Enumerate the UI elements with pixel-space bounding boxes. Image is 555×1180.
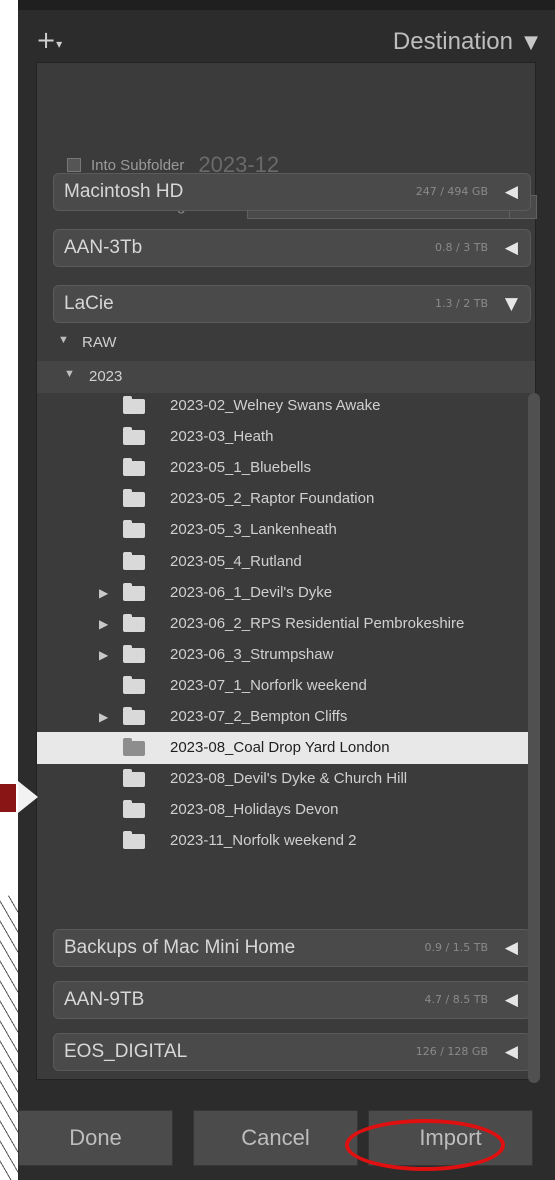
folder-icon (123, 800, 145, 819)
volume-size: 0.9 / 1.5 TB (424, 941, 488, 954)
collapsed-triangle-icon[interactable]: ◀ (505, 990, 518, 1010)
tree-folder-item[interactable]: ▶ 2023-07_2_Bempton Cliffs (37, 701, 535, 733)
import-highlight-ring (345, 1119, 505, 1171)
volume-row[interactable]: LaCie 1.3 / 2 TB ▼ (53, 285, 531, 323)
done-button[interactable]: Done (18, 1110, 173, 1166)
volume-row[interactable]: Backups of Mac Mini Home 0.9 / 1.5 TB ◀ (53, 929, 531, 967)
tree-folder-item[interactable]: 2023-11_Norfolk weekend 2 (37, 825, 535, 857)
tree-folder-item[interactable]: 2023-07_1_Norforlk weekend (37, 670, 535, 702)
folder-label: 2023-06_3_Strumpshaw (170, 645, 334, 663)
tree-folder-item[interactable]: ▶ 2023-06_2_RPS Residential Pembrokeshire (37, 608, 535, 640)
folder-label: 2023-07_2_Bempton Cliffs (170, 708, 348, 725)
tree-folder-item[interactable]: 2023-05_1_Bluebells (37, 452, 535, 484)
volume-size: 247 / 494 GB (415, 185, 488, 198)
volume-row[interactable]: AAN-9TB 4.7 / 8.5 TB ◀ (53, 981, 531, 1019)
volume-size: 1.3 / 2 TB (435, 297, 488, 310)
tree-folder-item[interactable]: ▶ 2023-06_3_Strumpshaw (37, 639, 535, 671)
collapsed-triangle-icon[interactable]: ◀ (505, 938, 518, 958)
cancel-button[interactable]: Cancel (193, 1110, 358, 1166)
tree-folder-item[interactable]: 2023-05_2_Raptor Foundation (37, 483, 535, 515)
tree-folder-item[interactable]: 2023-08_Devil's Dyke & Church Hill (37, 763, 535, 795)
folder-label: 2023-08_Coal Drop Yard London (170, 739, 390, 757)
folder-icon (123, 644, 145, 663)
folder-label: 2023-06_2_RPS Residential Pembrokeshire (170, 614, 465, 632)
folder-label: 2023-05_1_Bluebells (170, 459, 311, 477)
folder-icon (123, 458, 145, 477)
tree-folder-item[interactable]: 2023-03_Heath (37, 421, 535, 453)
expanded-triangle-icon[interactable]: ▼ (505, 294, 518, 314)
expand-arrow-icon[interactable]: ▶ (99, 617, 108, 631)
volume-name: EOS_DIGITAL (64, 1041, 188, 1062)
folder-icon (123, 520, 145, 539)
expanded-triangle-icon[interactable]: ▼ (64, 368, 75, 380)
folder-label: 2023 (89, 368, 123, 385)
tree-folder-item[interactable]: 2023-02_Welney Swans Awake (37, 390, 535, 422)
folder-icon (123, 738, 145, 757)
folder-icon (123, 613, 145, 632)
tree-folder-item[interactable]: ▶ 2023-06_1_Devil's Dyke (37, 577, 535, 609)
volume-row[interactable]: Macintosh HD 247 / 494 GB ◀ (53, 173, 531, 211)
tree-folder-item[interactable]: 2023-08_Holidays Devon (37, 794, 535, 826)
tree-folder-item[interactable]: 2023-05_4_Rutland (37, 546, 535, 578)
tree-folder-item[interactable]: 2023-08_Coal Drop Yard London (37, 732, 535, 765)
volume-row[interactable]: EOS_DIGITAL 126 / 128 GB ◀ (53, 1033, 531, 1071)
panel-top-strip (18, 0, 555, 10)
volume-size: 4.7 / 8.5 TB (424, 993, 488, 1006)
add-destination-icon[interactable]: +▾ (36, 26, 62, 58)
expand-arrow-icon[interactable]: ▶ (99, 648, 108, 662)
expanded-triangle-icon[interactable]: ▼ (58, 334, 69, 346)
folder-label: 2023-11_Norfolk weekend 2 (170, 832, 357, 850)
folder-icon (123, 427, 145, 446)
pointer-arrow-head (18, 781, 38, 813)
folder-icon (123, 582, 145, 601)
volume-size: 126 / 128 GB (415, 1045, 488, 1058)
folder-label: 2023-08_Holidays Devon (170, 801, 339, 819)
tree-folder-item[interactable]: 2023-05_3_Lankenheath (37, 514, 535, 546)
folder-icon (123, 396, 145, 414)
folder-label: 2023-02_Welney Swans Awake (170, 397, 381, 414)
collapse-triangle-icon[interactable]: ▼ (524, 32, 538, 53)
tree-folder-raw[interactable]: ▼ RAW (37, 327, 535, 359)
folder-icon (123, 489, 145, 508)
volume-name: Backups of Mac Mini Home (64, 937, 296, 958)
destination-title[interactable]: Destination (393, 28, 513, 56)
folder-label: 2023-08_Devil's Dyke & Church Hill (170, 770, 408, 788)
volume-name: AAN-3Tb (64, 237, 143, 258)
folder-label: 2023-03_Heath (170, 428, 274, 446)
folder-icon (123, 707, 145, 725)
into-subfolder-checkbox[interactable] (67, 158, 81, 172)
folder-label: 2023-05_2_Raptor Foundation (170, 490, 375, 508)
folder-label: 2023-05_4_Rutland (170, 552, 302, 570)
volume-size: 0.8 / 3 TB (435, 241, 488, 254)
tree-folder-2023[interactable]: ▼ 2023 (37, 361, 535, 393)
folder-icon (123, 675, 145, 694)
folder-label: RAW (82, 334, 117, 351)
volume-row[interactable]: AAN-3Tb 0.8 / 3 TB ◀ (53, 229, 531, 267)
folder-icon (123, 831, 145, 850)
folder-icon (123, 769, 145, 788)
collapsed-triangle-icon[interactable]: ◀ (505, 182, 518, 202)
folder-icon (123, 551, 145, 570)
destination-panel: +▾ Destination ▼ Into Subfolder 2023-12_… (18, 0, 555, 1180)
volume-name: AAN-9TB (64, 989, 145, 1010)
collapsed-triangle-icon[interactable]: ◀ (505, 1042, 518, 1062)
pointer-arrow-tail (0, 784, 16, 812)
volume-name: LaCie (64, 293, 114, 314)
collapsed-triangle-icon[interactable]: ◀ (505, 238, 518, 258)
folder-label: 2023-05_3_Lankenheath (170, 521, 337, 539)
destination-content: Into Subfolder 2023-12_ Organize Into on… (36, 62, 537, 1080)
tree-scrollbar[interactable] (528, 393, 540, 1083)
expand-arrow-icon[interactable]: ▶ (99, 710, 108, 724)
volume-name: Macintosh HD (64, 181, 184, 202)
expand-arrow-icon[interactable]: ▶ (99, 586, 108, 600)
folder-label: 2023-07_1_Norforlk weekend (170, 676, 367, 694)
into-subfolder-label[interactable]: Into Subfolder (91, 157, 184, 174)
folder-label: 2023-06_1_Devil's Dyke (170, 583, 333, 601)
